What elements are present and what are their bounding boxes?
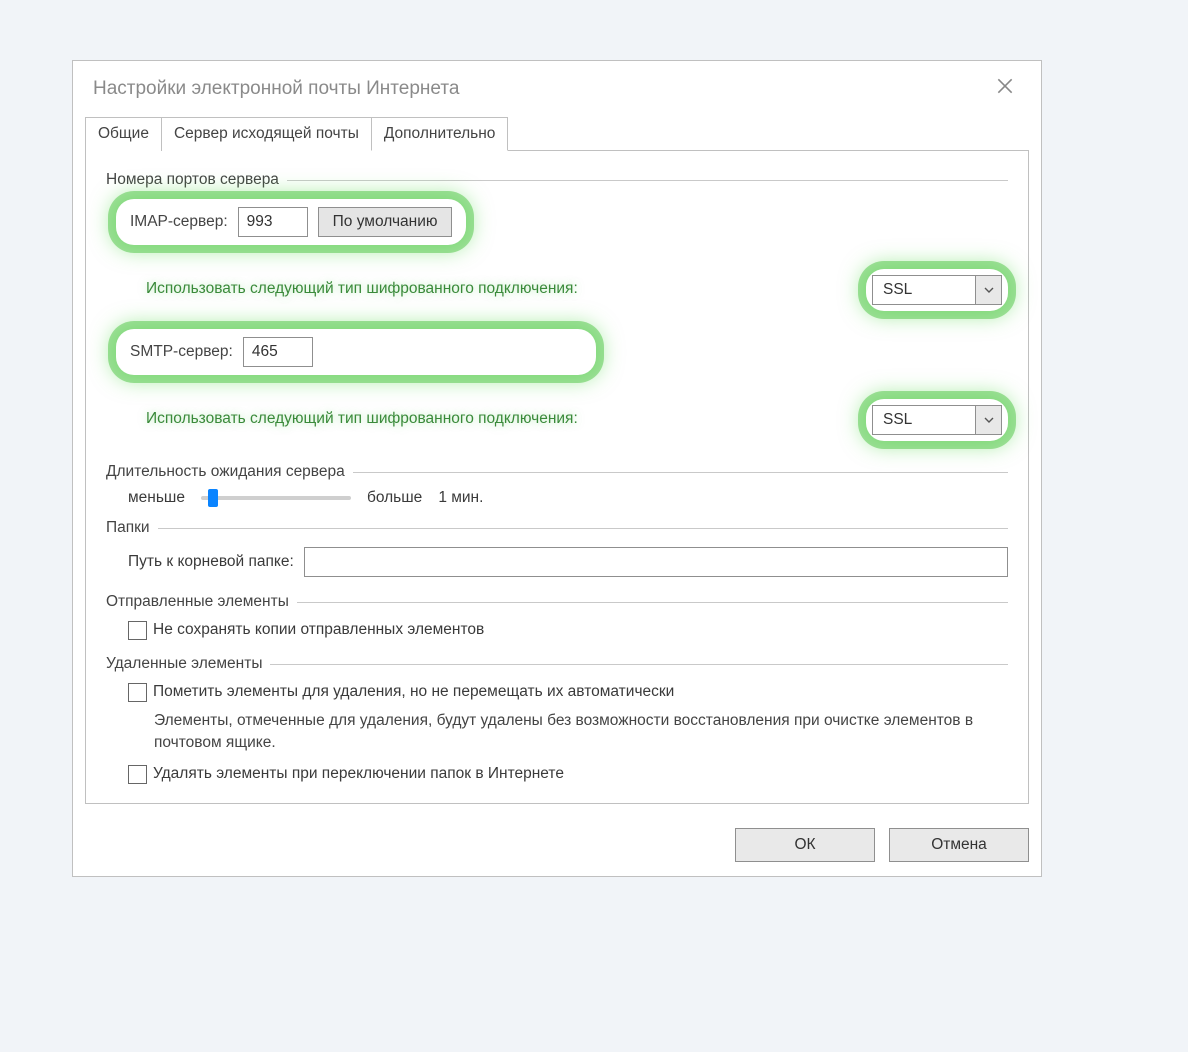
imap-encryption-dropdown[interactable]: SSL <box>872 275 1002 305</box>
mark-for-delete-label: Пометить элементы для удаления, но не пе… <box>153 681 674 703</box>
smtp-encryption-value: SSL <box>873 409 975 431</box>
dialog-footer: ОК Отмена <box>73 818 1041 876</box>
group-sent-items: Отправленные элементы <box>106 593 1008 611</box>
no-save-sent-label: Не сохранять копии отправленных элементо… <box>153 619 484 641</box>
tab-strip: Общие Сервер исходящей почты Дополнитель… <box>85 116 1029 151</box>
chevron-down-icon <box>975 276 1001 304</box>
slider-track <box>201 496 351 500</box>
smtp-encryption-wrap: SSL <box>866 399 1008 441</box>
imap-encryption-label: Использовать следующий тип шифрованного … <box>146 274 578 304</box>
slider-thumb[interactable] <box>208 489 218 507</box>
no-save-sent-row: Не сохранять копии отправленных элементо… <box>106 611 1008 641</box>
imap-encryption-value: SSL <box>873 279 975 301</box>
tab-outgoing-server[interactable]: Сервер исходящей почты <box>161 117 372 151</box>
group-timeout: Длительность ожидания сервера <box>106 463 1008 481</box>
chevron-down-icon <box>975 406 1001 434</box>
no-save-sent-checkbox[interactable] <box>128 621 147 640</box>
group-port-numbers: Номера портов сервера <box>106 171 1008 189</box>
smtp-encryption-label: Использовать следующий тип шифрованного … <box>146 404 578 434</box>
timeout-value-label: 1 мин. <box>438 489 483 507</box>
smtp-row: SMTP-сервер: <box>116 329 596 375</box>
timeout-more-label: больше <box>367 489 422 507</box>
purge-on-switch-row: Удалять элементы при переключении папок … <box>106 755 1008 785</box>
group-sent-items-label: Отправленные элементы <box>106 593 289 611</box>
smtp-label: SMTP-сервер: <box>130 343 233 361</box>
smtp-encryption-dropdown[interactable]: SSL <box>872 405 1002 435</box>
group-deleted-items-label: Удаленные элементы <box>106 655 262 673</box>
group-folders: Папки <box>106 519 1008 537</box>
imap-label: IMAP-сервер: <box>130 213 228 231</box>
tab-advanced-body: Номера портов сервера IMAP-сервер: По ум… <box>85 151 1029 804</box>
mark-for-delete-note: Элементы, отмеченные для удаления, будут… <box>106 704 1008 755</box>
titlebar: Настройки электронной почты Интернета <box>73 61 1041 116</box>
group-deleted-items: Удаленные элементы <box>106 655 1008 673</box>
tab-advanced[interactable]: Дополнительно <box>371 117 509 151</box>
root-folder-row: Путь к корневой папке: <box>106 537 1008 581</box>
group-port-numbers-label: Номера портов сервера <box>106 171 279 189</box>
group-folders-label: Папки <box>106 519 150 537</box>
cancel-button[interactable]: Отмена <box>889 828 1029 862</box>
group-timeout-label: Длительность ожидания сервера <box>106 463 345 481</box>
tab-general[interactable]: Общие <box>85 117 162 151</box>
ok-button[interactable]: ОК <box>735 828 875 862</box>
mark-for-delete-row: Пометить элементы для удаления, но не пе… <box>106 673 1008 703</box>
imap-port-input[interactable] <box>238 207 308 237</box>
timeout-row: меньше больше 1 мин. <box>106 481 1008 513</box>
imap-encryption-wrap: SSL <box>866 269 1008 311</box>
close-icon[interactable] <box>989 73 1021 104</box>
timeout-slider[interactable] <box>201 489 351 507</box>
mark-for-delete-checkbox[interactable] <box>128 683 147 702</box>
root-folder-input[interactable] <box>304 547 1008 577</box>
dialog-title: Настройки электронной почты Интернета <box>93 78 459 100</box>
root-folder-label: Путь к корневой папке: <box>128 553 294 571</box>
email-settings-dialog: Настройки электронной почты Интернета Об… <box>72 60 1042 877</box>
purge-on-switch-label: Удалять элементы при переключении папок … <box>153 763 564 785</box>
smtp-port-input[interactable] <box>243 337 313 367</box>
timeout-less-label: меньше <box>128 489 185 507</box>
purge-on-switch-checkbox[interactable] <box>128 765 147 784</box>
imap-row: IMAP-сервер: По умолчанию <box>116 199 466 245</box>
default-ports-button[interactable]: По умолчанию <box>318 207 453 237</box>
